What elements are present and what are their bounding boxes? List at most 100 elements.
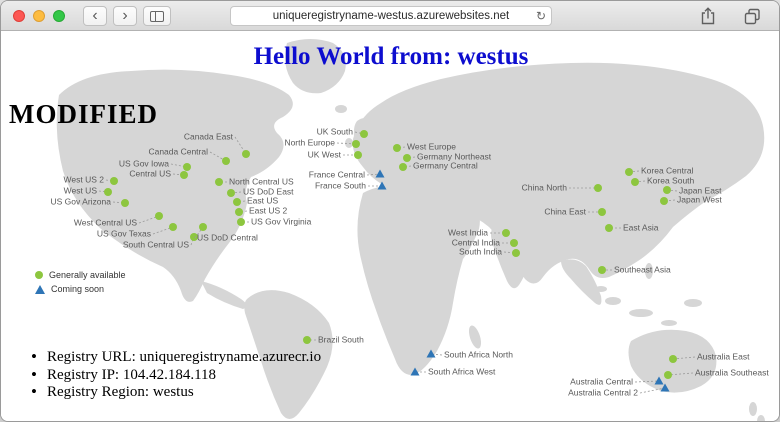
madagascar <box>467 324 484 350</box>
region-marker-west-us-2 <box>110 177 118 185</box>
forward-button[interactable]: › <box>113 6 137 26</box>
region-marker-southeast-asia <box>598 266 606 274</box>
region-marker-us-gov-iowa <box>183 163 191 171</box>
region-marker-east-us <box>233 198 241 206</box>
region-marker-west-central-us <box>155 212 163 220</box>
region-marker-japan-east <box>663 186 671 194</box>
region-label-west-us: West US <box>64 185 98 195</box>
region-marker-germany-central <box>399 163 407 171</box>
region-marker-japan-west <box>660 197 668 205</box>
region-label-north-central-us: North Central US <box>229 176 294 186</box>
region-label-korea-central: Korea Central <box>641 165 694 175</box>
region-marker-south-india <box>512 249 520 257</box>
iceland <box>335 105 347 113</box>
region-label-uk-west: UK West <box>308 149 342 159</box>
region-marker-us-dod-central <box>199 223 207 231</box>
map-legend: Generally available Coming soon <box>35 268 126 296</box>
legend-row-ga: Generally available <box>35 268 126 282</box>
url-text: uniqueregistryname-westus.azurewebsites.… <box>273 10 510 22</box>
region-label-south-africa-north: South Africa North <box>444 349 513 359</box>
browser-window: ‹ › uniqueregistryname-westus.azurewebsi… <box>0 0 780 422</box>
region-label-us-gov-arizona: US Gov Arizona <box>51 196 112 206</box>
region-label-uk-south: UK South <box>317 126 354 136</box>
back-button[interactable]: ‹ <box>83 6 107 26</box>
region-marker-uk-south <box>360 130 368 138</box>
region-label-west-central-us: West Central US <box>74 217 137 227</box>
region-label-south-central-us: South Central US <box>123 239 189 249</box>
region-label-canada-east: Canada East <box>184 131 234 141</box>
region-marker-china-east <box>598 208 606 216</box>
region-marker-west-europe <box>393 144 401 152</box>
tabs-icon <box>743 7 762 26</box>
region-marker-us-gov-texas <box>169 223 177 231</box>
region-marker-us-dod-east <box>227 189 235 197</box>
region-label-east-asia: East Asia <box>623 222 659 232</box>
region-label-us-gov-texas: US Gov Texas <box>97 228 151 238</box>
region-marker-australia-southeast <box>664 371 672 379</box>
island-sulawesi <box>661 320 677 326</box>
region-marker-west-us <box>104 188 112 196</box>
region-marker-central-india <box>510 239 518 247</box>
region-label-france-south: France South <box>315 180 366 190</box>
coming-soon-triangle-icon <box>35 285 45 294</box>
region-label-north-europe: North Europe <box>284 137 335 147</box>
minimize-button[interactable] <box>33 10 45 22</box>
region-label-australia-central-2: Australia Central 2 <box>568 387 638 397</box>
region-label-east-us-2: East US 2 <box>249 205 288 215</box>
region-label-australia-southeast: Australia Southeast <box>695 367 769 377</box>
region-label-west-us-2: West US 2 <box>64 174 105 184</box>
refresh-icon[interactable]: ↻ <box>536 8 546 25</box>
continent-africa <box>357 185 479 375</box>
fullscreen-button[interactable] <box>53 10 65 22</box>
region-label-germany-central: Germany Central <box>413 160 478 170</box>
region-marker-us-gov-virginia <box>237 218 245 226</box>
new-zealand-south <box>757 415 765 422</box>
region-marker-west-india <box>502 229 510 237</box>
region-marker-east-asia <box>605 224 613 232</box>
share-icon <box>699 6 717 26</box>
page-heading: Hello World from: westus <box>1 43 780 71</box>
address-bar[interactable]: uniqueregistryname-westus.azurewebsites.… <box>230 6 552 26</box>
region-label-southeast-asia: Southeast Asia <box>614 264 671 274</box>
region-label-canada-central: Canada Central <box>148 146 208 156</box>
region-label-west-europe: West Europe <box>407 141 456 151</box>
region-marker-china-north <box>594 184 602 192</box>
region-label-us-gov-iowa: US Gov Iowa <box>119 158 169 168</box>
region-label-west-india: West India <box>448 227 488 237</box>
modified-label: MODIFIED <box>9 99 158 130</box>
region-label-china-north: China North <box>522 182 568 192</box>
region-label-australia-east: Australia East <box>697 351 750 361</box>
close-button[interactable] <box>13 10 25 22</box>
legend-label-soon: Coming soon <box>51 284 104 294</box>
region-marker-australia-east <box>669 355 677 363</box>
region-label-japan-west: Japan West <box>677 194 722 204</box>
browser-toolbar: ‹ › uniqueregistryname-westus.azurewebsi… <box>1 1 779 31</box>
legend-label-ga: Generally available <box>49 270 126 280</box>
region-label-us-dod-central: US DoD Central <box>197 232 258 242</box>
sidebar-toggle-button[interactable] <box>143 6 171 26</box>
region-marker-korea-south <box>631 178 639 186</box>
region-marker-us-gov-arizona <box>121 199 129 207</box>
island-borneo <box>605 297 621 305</box>
region-marker-germany-northeast <box>403 154 411 162</box>
ireland <box>345 138 353 148</box>
region-marker-north-europe <box>352 140 360 148</box>
region-marker-uk-west <box>354 151 362 159</box>
share-button[interactable] <box>697 5 719 27</box>
region-marker-north-central-us <box>215 178 223 186</box>
central-america <box>201 281 247 309</box>
legend-row-soon: Coming soon <box>35 282 126 296</box>
region-label-korea-south: Korea South <box>647 175 695 185</box>
region-label-south-india: South India <box>459 246 502 256</box>
region-label-australia-central: Australia Central <box>570 376 633 386</box>
region-label-central-us: Central US <box>129 168 171 178</box>
region-label-china-east: China East <box>544 206 586 216</box>
region-label-east-us: East US <box>247 195 279 205</box>
show-all-tabs-button[interactable] <box>741 5 763 27</box>
island-sumatra <box>595 286 607 292</box>
nav-buttons: ‹ › <box>83 6 137 26</box>
region-marker-canada-central <box>222 157 230 165</box>
region-label-france-central: France Central <box>309 169 365 179</box>
region-marker-brazil-south <box>303 336 311 344</box>
generally-available-dot-icon <box>35 271 43 279</box>
